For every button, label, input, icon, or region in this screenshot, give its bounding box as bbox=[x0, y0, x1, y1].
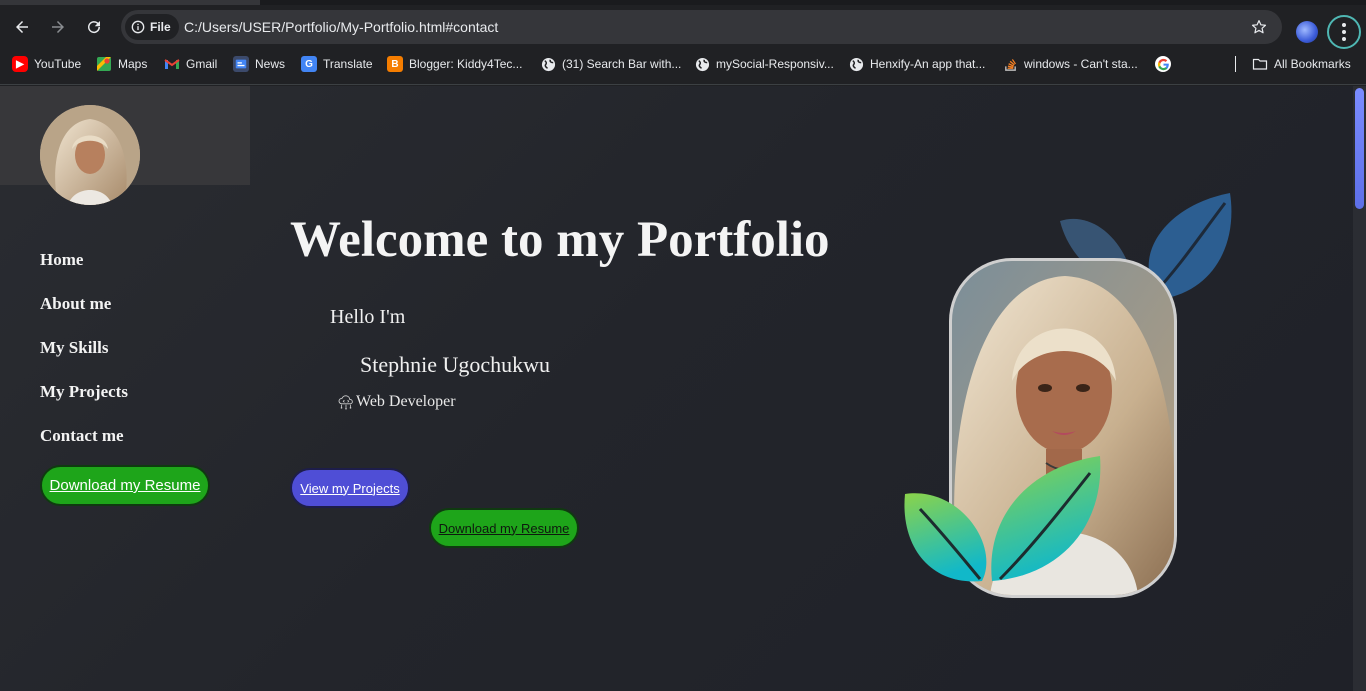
greeting-text: Hello I'm bbox=[330, 306, 406, 328]
profile-avatar bbox=[40, 105, 140, 205]
news-icon bbox=[233, 56, 249, 72]
hero-illustration bbox=[900, 191, 1240, 601]
bookmark-gmail[interactable]: Gmail bbox=[164, 49, 217, 79]
bookmarks-separator bbox=[1235, 56, 1236, 72]
bookmarks-bar: ▶ YouTube Maps Gmail News G Translate B … bbox=[0, 49, 1366, 85]
role-text: Web Developer bbox=[356, 393, 456, 410]
all-bookmarks-button[interactable]: All Bookmarks bbox=[1252, 49, 1351, 79]
bookmark-search-bar[interactable]: (31) Search Bar with... bbox=[540, 49, 681, 79]
globe-icon bbox=[540, 56, 556, 72]
kebab-menu-icon bbox=[1342, 22, 1346, 43]
bookmark-youtube[interactable]: ▶ YouTube bbox=[12, 49, 81, 79]
translate-icon: G bbox=[301, 56, 317, 72]
arrow-left-icon bbox=[16, 21, 28, 33]
bookmark-label: News bbox=[255, 57, 286, 71]
bookmark-label: Blogger: Kiddy4Tec... bbox=[409, 57, 523, 71]
bookmark-label: Translate bbox=[323, 57, 373, 71]
page-scrollbar[interactable] bbox=[1353, 86, 1366, 691]
reload-icon bbox=[88, 21, 101, 34]
bookmark-henxify[interactable]: Henxify-An app that... bbox=[848, 49, 985, 79]
nav-about-me[interactable]: About me bbox=[40, 294, 111, 314]
url-text[interactable]: C:/Users/USER/Portfolio/My-Portfolio.htm… bbox=[184, 10, 498, 44]
bookmark-blogger[interactable]: B Blogger: Kiddy4Tec... bbox=[387, 49, 522, 79]
bookmark-news[interactable]: News bbox=[233, 49, 285, 79]
browser-toolbar: File C:/Users/USER/Portfolio/My-Portfoli… bbox=[0, 5, 1366, 49]
bookmark-label: windows - Can't sta... bbox=[1024, 57, 1138, 71]
bookmark-label: mySocial-Responsiv... bbox=[716, 57, 834, 71]
reload-button[interactable] bbox=[78, 11, 110, 43]
role-line: Web Developer bbox=[337, 393, 456, 411]
hero-download-resume-button[interactable]: Download my Resume bbox=[429, 508, 579, 548]
stackoverflow-icon bbox=[1002, 56, 1018, 72]
cloud-code-icon bbox=[338, 395, 353, 410]
arrow-right-icon bbox=[52, 21, 64, 33]
info-icon bbox=[131, 20, 145, 34]
folder-icon bbox=[1252, 56, 1268, 72]
bookmark-label: Gmail bbox=[186, 57, 218, 71]
bookmark-maps[interactable]: Maps bbox=[96, 49, 147, 79]
nav-contact-me[interactable]: Contact me bbox=[40, 426, 124, 446]
bookmark-label: Maps bbox=[118, 57, 148, 71]
portfolio-page: Home About me My Skills My Projects Cont… bbox=[0, 86, 1353, 691]
browser-menu-button[interactable] bbox=[1327, 15, 1361, 49]
forward-button[interactable] bbox=[42, 11, 74, 43]
bookmark-mysocial[interactable]: mySocial-Responsiv... bbox=[694, 49, 834, 79]
nav-my-skills[interactable]: My Skills bbox=[40, 338, 109, 358]
globe-icon bbox=[694, 56, 710, 72]
bookmark-label: YouTube bbox=[34, 57, 82, 71]
blogger-icon: B bbox=[387, 56, 403, 72]
bookmark-label: Henxify-An app that... bbox=[870, 57, 986, 71]
address-bar[interactable]: File C:/Users/USER/Portfolio/My-Portfoli… bbox=[121, 10, 1282, 44]
bookmark-label: (31) Search Bar with... bbox=[562, 57, 682, 71]
nav-my-projects[interactable]: My Projects bbox=[40, 382, 128, 402]
all-bookmarks-label: All Bookmarks bbox=[1274, 57, 1351, 71]
bookmark-windows[interactable]: windows - Can't sta... bbox=[1002, 49, 1138, 79]
google-icon bbox=[1155, 56, 1171, 72]
gmail-icon bbox=[164, 56, 180, 72]
site-info-chip[interactable]: File bbox=[125, 14, 179, 40]
bookmark-translate[interactable]: G Translate bbox=[301, 49, 373, 79]
bookmark-google[interactable] bbox=[1155, 49, 1171, 79]
bookmark-star-icon[interactable] bbox=[1250, 18, 1268, 36]
view-projects-button[interactable]: View my Projects bbox=[290, 468, 410, 508]
globe-icon bbox=[848, 56, 864, 72]
scrollbar-thumb[interactable] bbox=[1355, 88, 1364, 209]
nav-home[interactable]: Home bbox=[40, 250, 83, 270]
page-title: Welcome to my Portfolio bbox=[290, 212, 830, 268]
site-chip-label: File bbox=[150, 20, 171, 34]
back-button[interactable] bbox=[6, 11, 38, 43]
profile-avatar-icon[interactable] bbox=[1296, 21, 1318, 43]
youtube-icon: ▶ bbox=[12, 56, 28, 72]
maps-icon bbox=[96, 56, 112, 72]
sidebar-download-resume-button[interactable]: Download my Resume bbox=[40, 465, 210, 506]
owner-name: Stephnie Ugochukwu bbox=[360, 352, 551, 377]
